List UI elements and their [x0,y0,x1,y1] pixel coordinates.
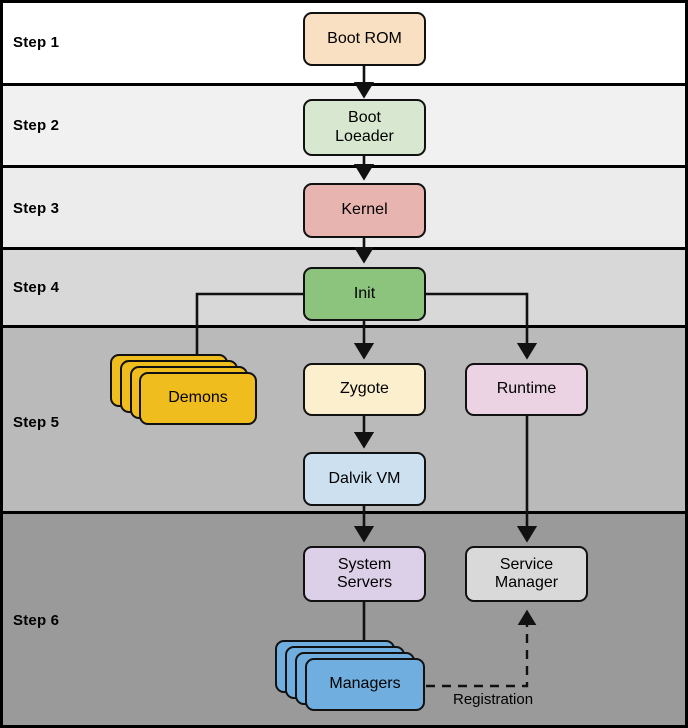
node-init[interactable]: Init [303,267,426,321]
band-label-step-1: Step 1 [13,34,60,51]
node-managers-stack[interactable]: Managers [275,640,430,720]
edge-label-registration: Registration [453,691,534,708]
node-demons[interactable]: Demons [139,372,257,425]
node-boot-rom[interactable]: Boot ROM [303,12,426,66]
node-kernel[interactable]: Kernel [303,183,426,238]
node-runtime[interactable]: Runtime [465,363,588,416]
band-label-step-6: Step 6 [13,612,60,629]
node-service-manager[interactable]: Service Manager [465,546,588,602]
node-managers[interactable]: Managers [305,658,425,711]
band-label-step-2: Step 2 [13,117,60,134]
band-label-step-5: Step 5 [13,414,60,431]
node-dalvik-vm[interactable]: Dalvik VM [303,452,426,506]
band-label-step-4: Step 4 [13,279,60,296]
boot-sequence-diagram: Step 1 Step 2 Step 3 Step 4 Step 5 Step … [0,0,688,728]
band-label-step-3: Step 3 [13,200,60,217]
node-boot-loader[interactable]: Boot Loeader [303,99,426,156]
node-demons-stack[interactable]: Demons [110,354,260,434]
node-system-servers[interactable]: System Servers [303,546,426,602]
node-zygote[interactable]: Zygote [303,363,426,416]
